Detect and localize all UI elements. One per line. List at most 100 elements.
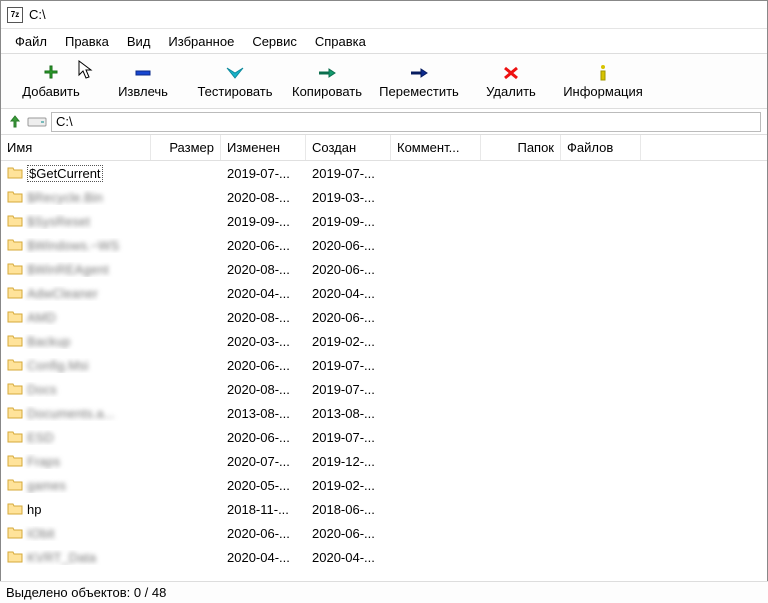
- copy-button[interactable]: Копировать: [281, 55, 373, 107]
- file-name-label: Config.Msi: [27, 358, 88, 373]
- menu-item-5[interactable]: Справка: [307, 32, 374, 51]
- table-row[interactable]: Backup 2020-03-...2019-02-...: [1, 329, 767, 353]
- titlebar: 7z C:\: [1, 1, 767, 29]
- cell-name: $SysReset: [1, 214, 151, 229]
- file-name-label: Backup: [27, 334, 70, 349]
- menu-item-3[interactable]: Избранное: [160, 32, 242, 51]
- column-name[interactable]: Имя: [1, 135, 151, 160]
- menu-item-0[interactable]: Файл: [7, 32, 55, 51]
- cell-name: Fraps: [1, 454, 151, 469]
- cell-created: 2019-07-...: [306, 430, 391, 445]
- cell-modified: 2020-05-...: [221, 478, 306, 493]
- table-row[interactable]: KVRT_Data2020-04-...2020-04-...: [1, 545, 767, 569]
- table-row[interactable]: hp2018-11-...2018-06-...: [1, 497, 767, 521]
- cell-name: $GetCurrent: [1, 165, 151, 182]
- table-row[interactable]: AMD2020-08-...2020-06-...: [1, 305, 767, 329]
- cell-created: 2019-02-...: [306, 478, 391, 493]
- table-row[interactable]: $GetCurrent 2019-07-...2019-07-...: [1, 161, 767, 185]
- toolbar-label: Тестировать: [197, 84, 272, 99]
- cell-created: 2020-04-...: [306, 550, 391, 565]
- table-row[interactable]: ESD2020-06-...2019-07-...: [1, 425, 767, 449]
- column-files[interactable]: Файлов: [561, 135, 641, 160]
- cell-created: 2019-12-...: [306, 454, 391, 469]
- cell-modified: 2020-08-...: [221, 382, 306, 397]
- i-icon: [593, 64, 613, 82]
- cell-created: 2019-02-...: [306, 334, 391, 349]
- column-size[interactable]: Размер: [151, 135, 221, 160]
- menu-item-4[interactable]: Сервис: [244, 32, 305, 51]
- cell-name: games: [1, 478, 151, 493]
- cell-name: Docs: [1, 382, 151, 397]
- file-name-label: $GetCurrent: [27, 165, 103, 182]
- cell-name: ESD: [1, 430, 151, 445]
- pathbar: C:\: [1, 109, 767, 135]
- app-icon: 7z: [7, 7, 23, 23]
- toolbar-label: Удалить: [486, 84, 536, 99]
- table-row[interactable]: $WinREAgent2020-08-...2020-06-...: [1, 257, 767, 281]
- plus-icon: [41, 64, 61, 82]
- table-row[interactable]: Fraps2020-07-...2019-12-...: [1, 449, 767, 473]
- cell-name: IObit: [1, 526, 151, 541]
- vcheck-icon: [225, 64, 245, 82]
- cell-name: $Windows.~WS: [1, 238, 151, 253]
- file-name-label: hp: [27, 502, 41, 517]
- table-row[interactable]: $Recycle.Bin2020-08-...2019-03-...: [1, 185, 767, 209]
- toolbar: Добавить Извлечь Тестировать Копировать Пере…: [1, 53, 767, 109]
- toolbar-label: Добавить: [22, 84, 79, 99]
- cell-created: 2020-06-...: [306, 262, 391, 277]
- menubar: ФайлПравкаВидИзбранноеСервисСправка: [1, 29, 767, 53]
- cell-modified: 2020-06-...: [221, 526, 306, 541]
- info-button[interactable]: Информация: [557, 55, 649, 107]
- cell-name: KVRT_Data: [1, 550, 151, 565]
- delete-button[interactable]: Удалить: [465, 55, 557, 107]
- list-header: Имя Размер Изменен Создан Коммент... Пап…: [1, 135, 767, 161]
- arrow2-icon: [317, 64, 337, 82]
- test-button[interactable]: Тестировать: [189, 55, 281, 107]
- column-created[interactable]: Создан: [306, 135, 391, 160]
- column-folders[interactable]: Папок: [481, 135, 561, 160]
- column-comment[interactable]: Коммент...: [391, 135, 481, 160]
- toolbar-label: Переместить: [379, 84, 459, 99]
- cell-name: Config.Msi: [1, 358, 151, 373]
- cell-created: 2019-07-...: [306, 358, 391, 373]
- cell-name: hp: [1, 502, 151, 517]
- file-name-label: Fraps: [27, 454, 60, 469]
- cell-modified: 2019-07-...: [221, 166, 306, 181]
- table-row[interactable]: $SysReset2019-09-...2019-09-...: [1, 209, 767, 233]
- table-row[interactable]: games 2020-05-...2019-02-...: [1, 473, 767, 497]
- cell-name: Documents.a...: [1, 406, 151, 421]
- file-name-label: KVRT_Data: [27, 550, 96, 565]
- table-row[interactable]: $Windows.~WS2020-06-...2020-06-...: [1, 233, 767, 257]
- toolbar-label: Извлечь: [118, 84, 168, 99]
- cell-created: 2019-07-...: [306, 382, 391, 397]
- move-button[interactable]: Переместить: [373, 55, 465, 107]
- cell-created: 2019-09-...: [306, 214, 391, 229]
- toolbar-label: Копировать: [292, 84, 362, 99]
- cell-name: $WinREAgent: [1, 262, 151, 277]
- menu-item-2[interactable]: Вид: [119, 32, 159, 51]
- cell-created: 2019-07-...: [306, 166, 391, 181]
- folder-up-icon[interactable]: [7, 114, 23, 130]
- cell-created: 2018-06-...: [306, 502, 391, 517]
- add-button[interactable]: Добавить: [5, 55, 97, 107]
- arrow-icon: [409, 64, 429, 82]
- file-name-label: IObit: [27, 526, 54, 541]
- path-input[interactable]: C:\: [51, 112, 761, 132]
- file-name-label: ESD: [27, 430, 54, 445]
- file-name-label: games: [27, 478, 66, 493]
- cell-modified: 2020-06-...: [221, 358, 306, 373]
- menu-item-1[interactable]: Правка: [57, 32, 117, 51]
- table-row[interactable]: Docs 2020-08-...2019-07-...: [1, 377, 767, 401]
- file-name-label: $WinREAgent: [27, 262, 109, 277]
- table-row[interactable]: AdwCleaner2020-04-...2020-04-...: [1, 281, 767, 305]
- column-modified[interactable]: Изменен: [221, 135, 306, 160]
- cell-created: 2020-06-...: [306, 238, 391, 253]
- cell-modified: 2020-03-...: [221, 334, 306, 349]
- statusbar: Выделено объектов: 0 / 48: [0, 581, 768, 603]
- extract-button[interactable]: Извлечь: [97, 55, 189, 107]
- file-name-label: AMD: [27, 310, 56, 325]
- cell-name: AMD: [1, 310, 151, 325]
- table-row[interactable]: IObit2020-06-...2020-06-...: [1, 521, 767, 545]
- table-row[interactable]: Config.Msi 2020-06-...2019-07-...: [1, 353, 767, 377]
- table-row[interactable]: Documents.a...2013-08-...2013-08-...: [1, 401, 767, 425]
